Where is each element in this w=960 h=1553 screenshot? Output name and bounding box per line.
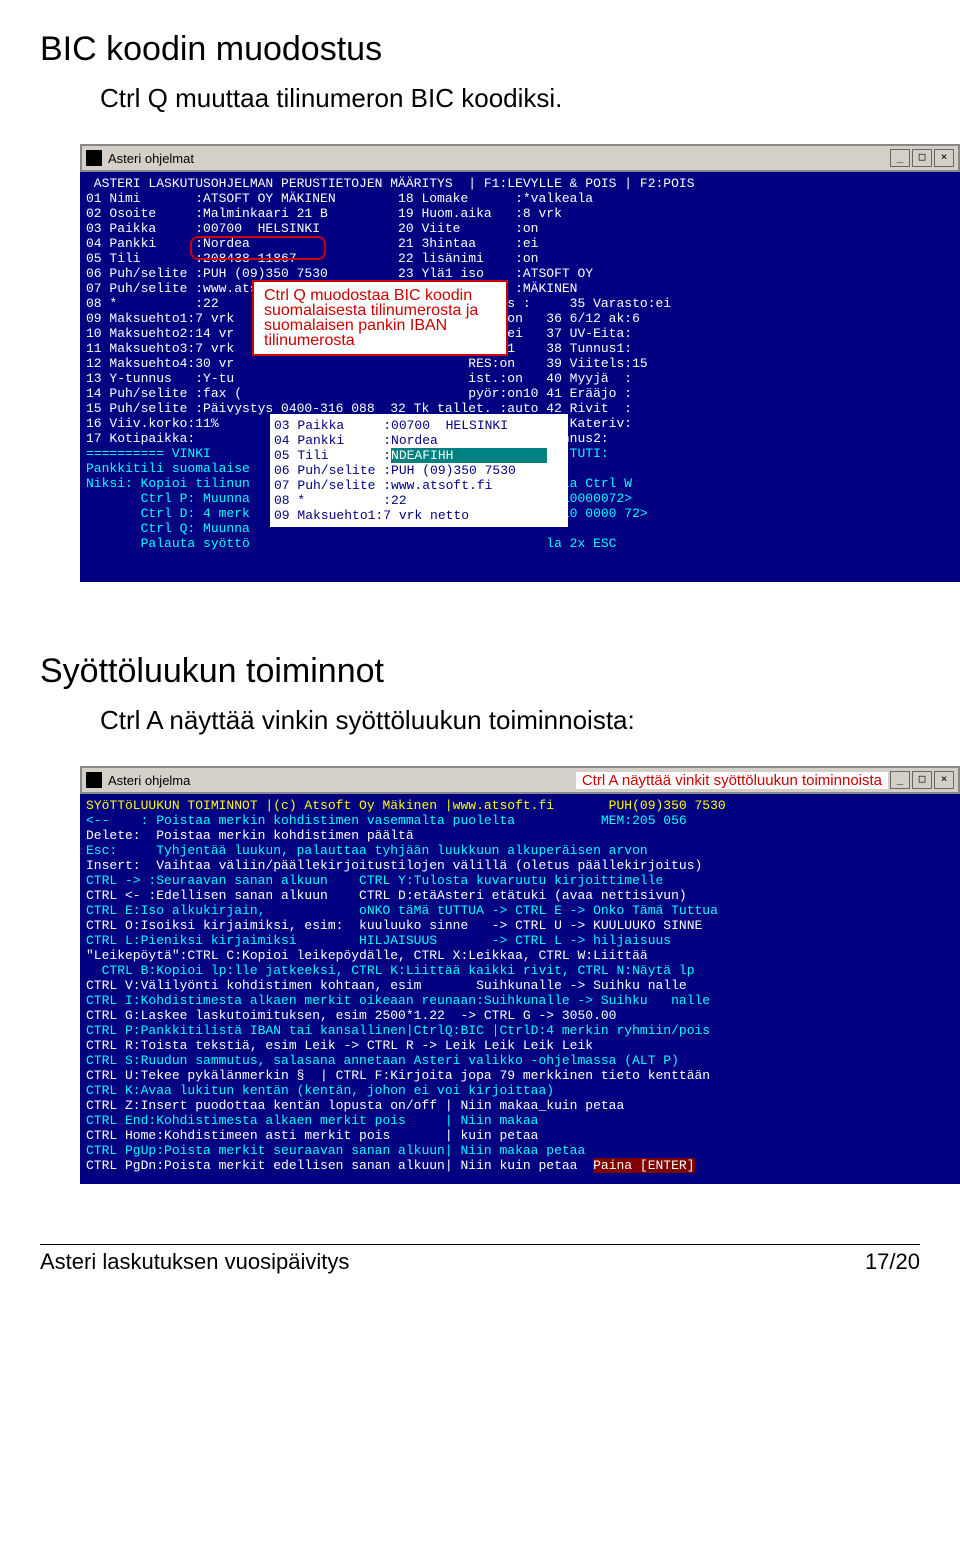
- window-title-2: Asteri ohjelma: [108, 773, 190, 788]
- app-icon: [86, 150, 102, 166]
- maximize-button[interactable]: □: [912, 771, 932, 789]
- titlebar-1: Asteri ohjelmat _ □ ×: [80, 144, 960, 172]
- window-title-1: Asteri ohjelmat: [108, 151, 194, 166]
- sub-syotto: Ctrl A näyttää vinkin syöttöluukun toimi…: [100, 705, 920, 736]
- minimize-button[interactable]: _: [890, 771, 910, 789]
- sub-bic: Ctrl Q muuttaa tilinumeron BIC koodiksi.: [100, 83, 920, 114]
- maximize-button[interactable]: □: [912, 149, 932, 167]
- terminal-body-1: ASTERI LASKUTUSOHJELMAN PERUSTIETOJEN MÄ…: [80, 172, 960, 582]
- app-icon: [86, 772, 102, 788]
- footer-right: 17/20: [865, 1249, 920, 1275]
- terminal-window-2: Asteri ohjelma Ctrl A näyttää vinkit syö…: [80, 766, 960, 1184]
- terminal-body-2: SYöTTöLUUKUN TOIMINNOT |(c) Atsoft Oy Mä…: [80, 794, 960, 1184]
- minimize-button[interactable]: _: [890, 149, 910, 167]
- close-button[interactable]: ×: [934, 771, 954, 789]
- callout-ctrla: Ctrl A näyttää vinkit syöttöluukun toimi…: [576, 772, 888, 789]
- titlebar-2: Asteri ohjelma Ctrl A näyttää vinkit syö…: [80, 766, 960, 794]
- terminal-window-1: Asteri ohjelmat _ □ × ASTERI LASKUTUSOHJ…: [80, 144, 960, 582]
- close-button[interactable]: ×: [934, 149, 954, 167]
- callout-ctrlq: Ctrl Q muodostaa BIC koodin suomalaisest…: [252, 280, 508, 356]
- footer-left: Asteri laskutuksen vuosipäivitys: [40, 1249, 349, 1275]
- redbox-tili: [190, 236, 326, 260]
- heading-bic: BIC koodin muodostus: [40, 30, 920, 69]
- heading-syotto: Syöttöluukun toiminnot: [40, 652, 920, 691]
- page-footer: Asteri laskutuksen vuosipäivitys 17/20: [40, 1244, 920, 1275]
- overlay-panel: 03 Paikka :00700 HELSINKI 04 Pankki :Nor…: [270, 414, 568, 527]
